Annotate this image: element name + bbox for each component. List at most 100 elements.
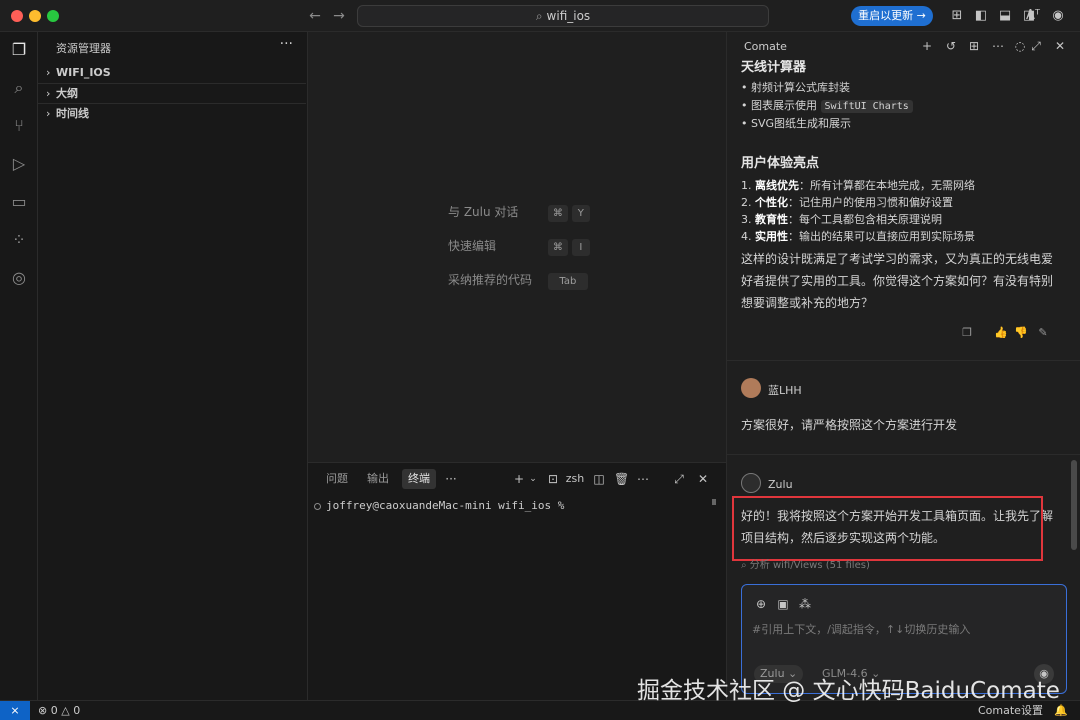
shell-label[interactable]: zsh	[564, 469, 586, 489]
explorer-icon[interactable]: ❐	[7, 38, 31, 62]
comate-header: Comate + ↺ ⊞ ⋯ ◌ ⤢ ✕	[727, 32, 1080, 60]
minimize-window-button[interactable]	[29, 10, 41, 22]
layout-icon[interactable]: ⊞	[948, 7, 966, 25]
text-size-icon[interactable]: Aᵀ	[1024, 7, 1042, 25]
trash-icon[interactable]: 🗑	[614, 469, 629, 489]
key-cap: Tab	[547, 273, 588, 290]
chat-input-placeholder[interactable]: #引用上下文，/调起指令，↑↓切换历史输入	[752, 621, 970, 637]
remote-explorer-icon[interactable]: ▭	[7, 190, 31, 214]
list-bold: 实用性	[755, 230, 788, 243]
maximize-icon[interactable]: ⤢	[1028, 38, 1044, 54]
list-item: • SVG图纸生成和展示	[741, 117, 852, 130]
list-item: • 射频计算公式库封装	[741, 81, 850, 94]
inline-code: SwiftUI Charts	[820, 100, 913, 113]
problems-status[interactable]: ⊗ 0 △ 0	[38, 701, 80, 720]
tree-section-wifi-ios[interactable]: › WIFI_IOS	[38, 63, 306, 83]
maximize-panel-icon[interactable]: ⤢	[672, 469, 686, 489]
close-panel-icon[interactable]: ✕	[696, 469, 710, 489]
comate-panel: Comate + ↺ ⊞ ⋯ ◌ ⤢ ✕ 天线计算器 • 射频计算公式库封装 •…	[726, 32, 1080, 700]
hint-label: 采纳推荐的代码	[448, 273, 533, 287]
hint-label: 与 Zulu 对话	[448, 205, 519, 219]
thumbs-up-icon[interactable]: 👍	[994, 326, 1008, 340]
user-message: 方案很好，请严格按照这个方案进行开发	[741, 418, 958, 432]
chat-scrollbar[interactable]	[1071, 460, 1077, 550]
search-icon: ⌕	[535, 9, 543, 23]
list-item-text: 图表展示使用	[751, 99, 821, 112]
bot-name: Zulu	[768, 478, 793, 491]
summary-line: 好者提供了实用的工具。你觉得这个方案如何？有没有特别	[741, 274, 1054, 288]
highlight-box	[732, 496, 1043, 561]
divider	[727, 454, 1080, 455]
zoom-window-button[interactable]	[47, 10, 59, 22]
terminal-prompt-line[interactable]: joffrey@caoxuandeMac-mini wifi_ios %	[314, 499, 564, 512]
tab-terminal[interactable]: 终端	[402, 469, 436, 489]
tree-section-outline[interactable]: › 大纲	[38, 83, 306, 103]
list-num: 3.	[741, 213, 752, 226]
hint-chat-zulu: 与 Zulu 对话 ⌘ Y	[448, 202, 594, 222]
chevron-down-icon[interactable]: ⌄	[528, 469, 538, 489]
tree-section-label: 大纲	[56, 87, 78, 100]
search-icon[interactable]: ⌕	[7, 76, 31, 100]
list-bold: 离线优先	[755, 179, 799, 192]
source-control-icon[interactable]: ⑂	[7, 114, 31, 138]
explorer-sidebar: 资源管理器 ··· › WIFI_IOS › 大纲 › 时间线	[38, 32, 308, 700]
browser-icon[interactable]: ◎	[7, 266, 31, 290]
settings-icon[interactable]: ◌	[1012, 38, 1028, 54]
warning-count: 0	[73, 704, 81, 717]
extensions-icon[interactable]: ⁘	[7, 228, 31, 252]
terminal-scrollbar[interactable]	[712, 499, 716, 505]
split-terminal-icon[interactable]: ◫	[592, 469, 606, 489]
run-debug-icon[interactable]: ▷	[7, 152, 31, 176]
tree-section-timeline[interactable]: › 时间线	[38, 103, 306, 123]
warning-icon: △	[61, 704, 70, 717]
sidebar-left-icon[interactable]: ◧	[972, 7, 990, 25]
key-cap: Y	[571, 205, 590, 222]
new-chat-icon[interactable]: +	[919, 38, 935, 54]
explorer-title: 资源管理器	[56, 42, 111, 55]
list-item: 1. 离线优先：所有计算都在本地完成，无需网络	[741, 177, 975, 195]
forward-arrow-icon[interactable]: →	[330, 6, 348, 26]
tab-output[interactable]: 输出	[361, 469, 395, 489]
list-item: 3. 教育性：每个工具都包含相关原理说明	[741, 211, 942, 229]
restart-to-update-button[interactable]: 重启以更新 →	[851, 6, 933, 26]
add-context-icon[interactable]: ⊕	[753, 596, 769, 612]
list-bold: 个性化	[755, 196, 788, 209]
copy-icon[interactable]: ❐	[960, 326, 974, 340]
error-count: 0	[50, 704, 58, 717]
hint-quick-edit: 快速编辑 ⌘ I	[448, 236, 594, 256]
zulu-avatar-icon	[741, 473, 761, 493]
figma-icon[interactable]: ⁂	[797, 596, 813, 612]
list-item-text: ：所有计算都在本地完成，无需网络	[799, 179, 975, 192]
tree-section-label: 时间线	[56, 107, 89, 120]
error-icon: ⊗	[38, 704, 48, 717]
analysis-text: 分析 wifi/Views (51 files)	[749, 560, 870, 571]
key-cap: I	[571, 239, 590, 256]
back-arrow-icon[interactable]: ←	[306, 6, 324, 26]
list-item-text: ：记住用户的使用习惯和偏好设置	[788, 196, 953, 209]
thumbs-down-icon[interactable]: 👎	[1014, 326, 1028, 340]
history-icon[interactable]: ↺	[943, 38, 959, 54]
tab-problems[interactable]: 问题	[320, 469, 354, 489]
list-bold: 教育性	[755, 213, 788, 226]
more-actions-icon[interactable]: ⋯	[636, 469, 650, 489]
bottom-panel: 问题 输出 终端 ··· + ⌄ ⊡ zsh ◫ 🗑 ⋯ ⤢ ✕ joffrey…	[308, 462, 726, 700]
summary-line: 想要调整或补充的地方？	[741, 296, 874, 310]
list-item: • 图表展示使用 SwiftUI Charts	[741, 97, 913, 115]
grid-icon[interactable]: ⊞	[966, 38, 982, 54]
panel-icon[interactable]: ⬓	[996, 7, 1014, 25]
close-icon[interactable]: ✕	[1052, 38, 1068, 54]
remote-indicator-icon[interactable]: ⨯	[0, 701, 30, 720]
account-icon[interactable]: ◉	[1049, 7, 1067, 25]
more-icon[interactable]: ⋯	[990, 38, 1006, 54]
comate-title: Comate	[744, 40, 787, 53]
command-center-search[interactable]: ⌕ wifi_ios	[357, 5, 769, 27]
avatar	[741, 378, 761, 398]
explorer-more-button[interactable]: ···	[280, 36, 293, 52]
image-icon[interactable]: ▣	[775, 596, 791, 612]
user-name: 蓝LHH	[768, 384, 802, 397]
close-window-button[interactable]	[11, 10, 23, 22]
panel-more-button[interactable]: ···	[444, 469, 458, 489]
feedback-icon[interactable]: ✎	[1036, 326, 1050, 340]
new-terminal-icon[interactable]: +	[512, 469, 526, 489]
list-num: 2.	[741, 196, 752, 209]
